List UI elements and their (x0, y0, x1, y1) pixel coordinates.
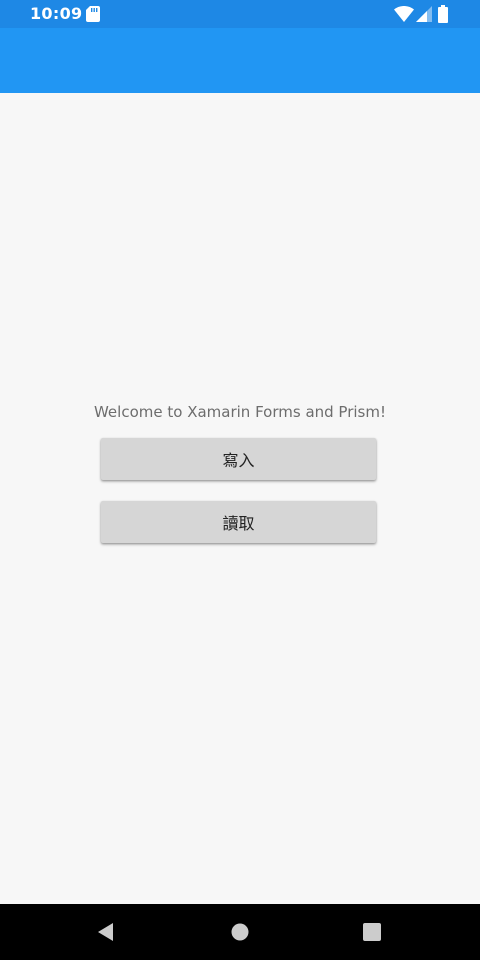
sd-card-icon (86, 6, 100, 22)
recents-icon[interactable] (363, 923, 381, 941)
status-time: 10:09 (30, 4, 83, 23)
main-content: Welcome to Xamarin Forms and Prism! 寫入 讀… (0, 93, 480, 904)
home-icon[interactable] (231, 923, 249, 941)
back-icon[interactable] (96, 922, 116, 942)
write-button[interactable]: 寫入 (101, 438, 376, 480)
wifi-icon (394, 6, 414, 22)
read-button[interactable]: 讀取 (101, 501, 376, 543)
navigation-bar (0, 904, 480, 960)
status-bar: 10:09 (0, 0, 480, 28)
signal-icon (416, 6, 432, 22)
app-bar (0, 28, 480, 93)
battery-icon (438, 5, 448, 23)
welcome-label: Welcome to Xamarin Forms and Prism! (93, 403, 386, 421)
